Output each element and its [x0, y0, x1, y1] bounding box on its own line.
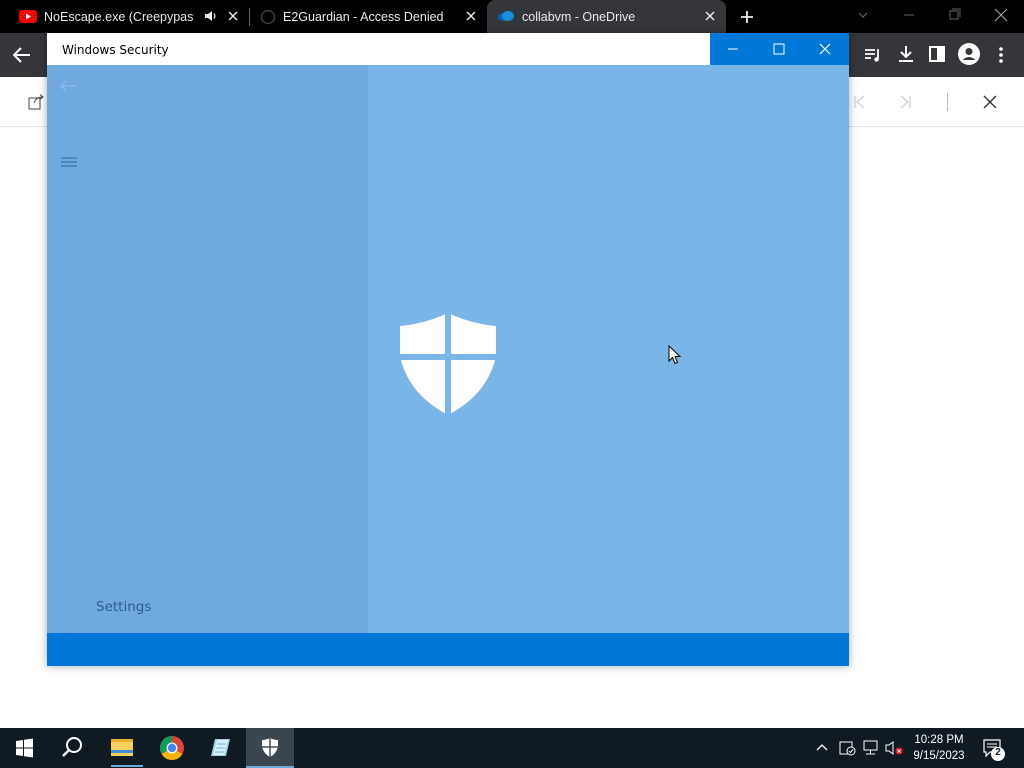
more-menu-icon[interactable] [998, 46, 1004, 64]
tab-title: E2Guardian - Access Denied [283, 10, 443, 24]
clock-date: 9/15/2023 [913, 750, 965, 762]
tab-onedrive[interactable]: collabvm - OneDrive [487, 0, 726, 33]
notepad-icon[interactable] [196, 728, 244, 768]
notification-badge: 2 [995, 747, 1001, 758]
onedrive-icon [497, 10, 515, 22]
minimize-icon[interactable] [886, 0, 932, 33]
start-icon[interactable] [0, 728, 48, 768]
security-tray-icon[interactable] [838, 739, 856, 757]
share-icon[interactable] [28, 94, 46, 110]
close-tab-icon[interactable] [227, 10, 239, 22]
window-title: Windows Security [62, 43, 169, 57]
back-arrow-icon[interactable] [59, 79, 77, 93]
close-tab-icon[interactable] [465, 10, 477, 22]
close-viewer-icon[interactable] [983, 95, 997, 109]
windows-defender-shield-icon [398, 312, 498, 416]
globe-icon [260, 9, 276, 25]
previous-icon[interactable] [852, 94, 866, 110]
taskbar-clock[interactable]: 10:28 PM 9/15/2023 [903, 732, 975, 764]
next-icon[interactable] [899, 94, 913, 110]
profile-avatar-icon[interactable] [958, 43, 980, 65]
side-panel-icon[interactable] [929, 46, 945, 62]
minimize-icon[interactable] [710, 33, 756, 65]
windows-security-icon[interactable] [246, 728, 294, 768]
close-icon[interactable] [978, 0, 1024, 33]
navigation-pane [47, 65, 368, 645]
browser-tab-strip: NoEscape.exe (Creepypasta) E2Guardian - … [0, 0, 1024, 33]
tab-noescape[interactable]: NoEscape.exe (Creepypasta) [8, 0, 248, 33]
maximize-icon[interactable] [756, 33, 802, 65]
restore-icon[interactable] [932, 0, 978, 33]
window-bottom-bar [47, 633, 849, 666]
download-icon[interactable] [897, 45, 915, 63]
toolbar-separator [947, 93, 948, 111]
tab-search-chevron-icon[interactable] [840, 0, 886, 33]
window-controls [710, 33, 849, 65]
tab-e2guardian[interactable]: E2Guardian - Access Denied [250, 0, 486, 33]
volume-muted-icon[interactable] [884, 740, 904, 756]
mouse-cursor-icon [668, 345, 681, 365]
search-icon[interactable] [48, 728, 96, 768]
clock-time: 10:28 PM [914, 734, 964, 746]
settings-nav-label[interactable]: Settings [96, 599, 151, 615]
chrome-icon[interactable] [148, 728, 196, 768]
close-icon[interactable] [802, 33, 848, 65]
tab-title: collabvm - OneDrive [522, 10, 636, 24]
windows-security-window: Windows Security Settings [47, 33, 849, 666]
chevron-up-icon[interactable] [815, 741, 829, 753]
close-tab-icon[interactable] [704, 10, 716, 22]
plus-icon[interactable] [740, 10, 754, 24]
main-content-pane [368, 65, 849, 633]
network-icon[interactable] [862, 740, 880, 756]
back-arrow-icon[interactable] [12, 46, 32, 64]
hamburger-menu-icon[interactable] [61, 156, 77, 168]
file-explorer-icon[interactable] [98, 728, 146, 768]
youtube-icon [19, 10, 37, 23]
speaker-icon[interactable] [204, 10, 218, 22]
media-control-icon[interactable] [864, 46, 882, 64]
tab-title: NoEscape.exe (Creepypasta) [44, 10, 194, 24]
